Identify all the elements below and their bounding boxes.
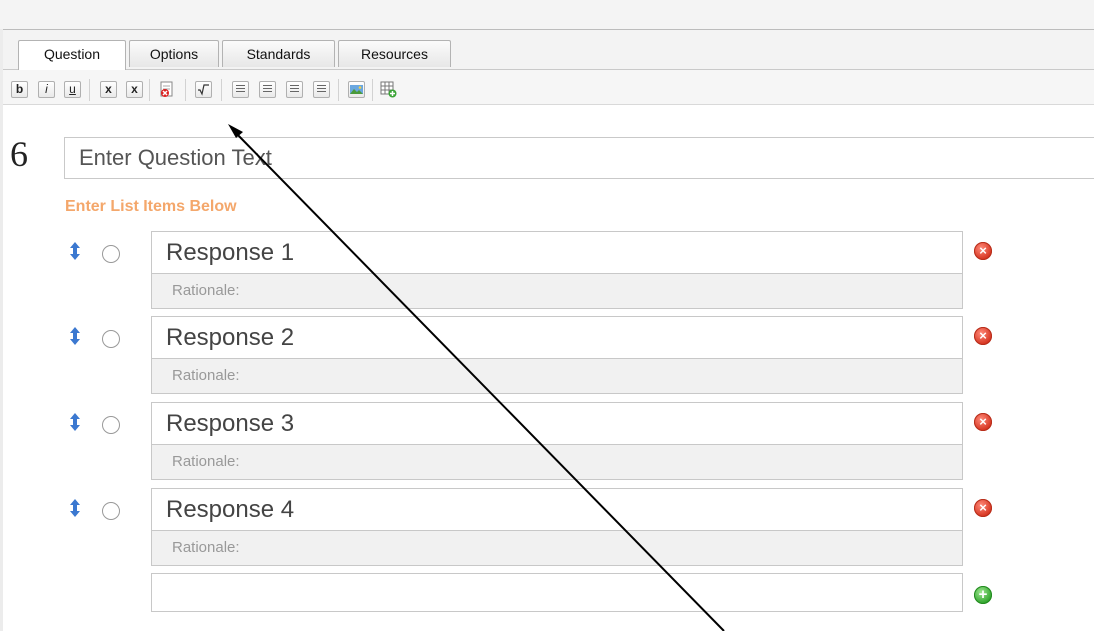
align-right-icon xyxy=(290,85,299,94)
insert-table-button[interactable] xyxy=(380,81,397,98)
rationale-input[interactable]: Rationale: xyxy=(151,444,963,480)
subscript-button[interactable]: x xyxy=(100,81,117,98)
remove-format-icon[interactable] xyxy=(158,81,175,98)
response-text-input[interactable]: Response 3 xyxy=(151,402,963,445)
align-right-button[interactable] xyxy=(286,81,303,98)
toolbar-separator xyxy=(149,79,150,101)
question-number: 6 xyxy=(10,134,28,174)
tab-resources[interactable]: Resources xyxy=(338,40,451,67)
response-row: Response 4 Rationale: × xyxy=(0,488,1094,570)
delete-response-icon[interactable]: × xyxy=(974,499,992,517)
correct-answer-radio[interactable] xyxy=(102,502,120,520)
table-add-icon xyxy=(380,81,397,98)
response-text-input[interactable]: Response 4 xyxy=(151,488,963,531)
response-row: Response 2 Rationale: × xyxy=(0,316,1094,398)
response-text-input[interactable]: Response 2 xyxy=(151,316,963,359)
rationale-input[interactable]: Rationale: xyxy=(151,530,963,566)
toolbar-separator xyxy=(89,79,90,101)
tab-standards[interactable]: Standards xyxy=(222,40,335,67)
bold-button[interactable]: b xyxy=(11,81,28,98)
response-row: Response 3 Rationale: × xyxy=(0,402,1094,484)
rationale-input[interactable]: Rationale: xyxy=(151,273,963,309)
align-center-button[interactable] xyxy=(259,81,276,98)
correct-answer-radio[interactable] xyxy=(102,416,120,434)
rationale-input[interactable]: Rationale: xyxy=(151,358,963,394)
align-left-button[interactable] xyxy=(232,81,249,98)
italic-button[interactable]: i xyxy=(38,81,55,98)
delete-response-icon[interactable]: × xyxy=(974,327,992,345)
equation-button[interactable] xyxy=(195,81,212,98)
align-left-icon xyxy=(236,85,245,94)
toolbar-separator xyxy=(185,79,186,101)
superscript-button[interactable]: x xyxy=(126,81,143,98)
delete-response-icon[interactable]: × xyxy=(974,413,992,431)
response-text-input[interactable]: Response 1 xyxy=(151,231,963,274)
tab-options[interactable]: Options xyxy=(129,40,219,67)
correct-answer-radio[interactable] xyxy=(102,330,120,348)
justify-button[interactable] xyxy=(313,81,330,98)
justify-icon xyxy=(317,85,326,94)
insert-image-button[interactable] xyxy=(348,81,365,98)
top-band xyxy=(0,0,1094,29)
tab-question[interactable]: Question xyxy=(18,40,126,70)
reorder-arrows-icon[interactable] xyxy=(69,412,81,432)
delete-response-icon[interactable]: × xyxy=(974,242,992,260)
response-row: Response 1 Rationale: × xyxy=(0,231,1094,313)
tab-bar: Question Options Standards Resources xyxy=(3,30,1094,70)
align-center-icon xyxy=(263,85,272,94)
toolbar-separator xyxy=(221,79,222,101)
underline-button[interactable]: u xyxy=(64,81,81,98)
toolbar-separator xyxy=(338,79,339,101)
toolbar-separator xyxy=(372,79,373,101)
formatting-toolbar: b i u x x xyxy=(3,69,1094,105)
new-response-input[interactable] xyxy=(151,573,963,612)
reorder-arrows-icon[interactable] xyxy=(69,498,81,518)
image-icon xyxy=(350,85,363,94)
question-text-input[interactable]: Enter Question Text xyxy=(64,137,1094,179)
add-response-icon[interactable]: + xyxy=(974,586,992,604)
list-items-header: Enter List Items Below xyxy=(65,198,237,215)
reorder-arrows-icon[interactable] xyxy=(69,241,81,261)
correct-answer-radio[interactable] xyxy=(102,245,120,263)
reorder-arrows-icon[interactable] xyxy=(69,326,81,346)
